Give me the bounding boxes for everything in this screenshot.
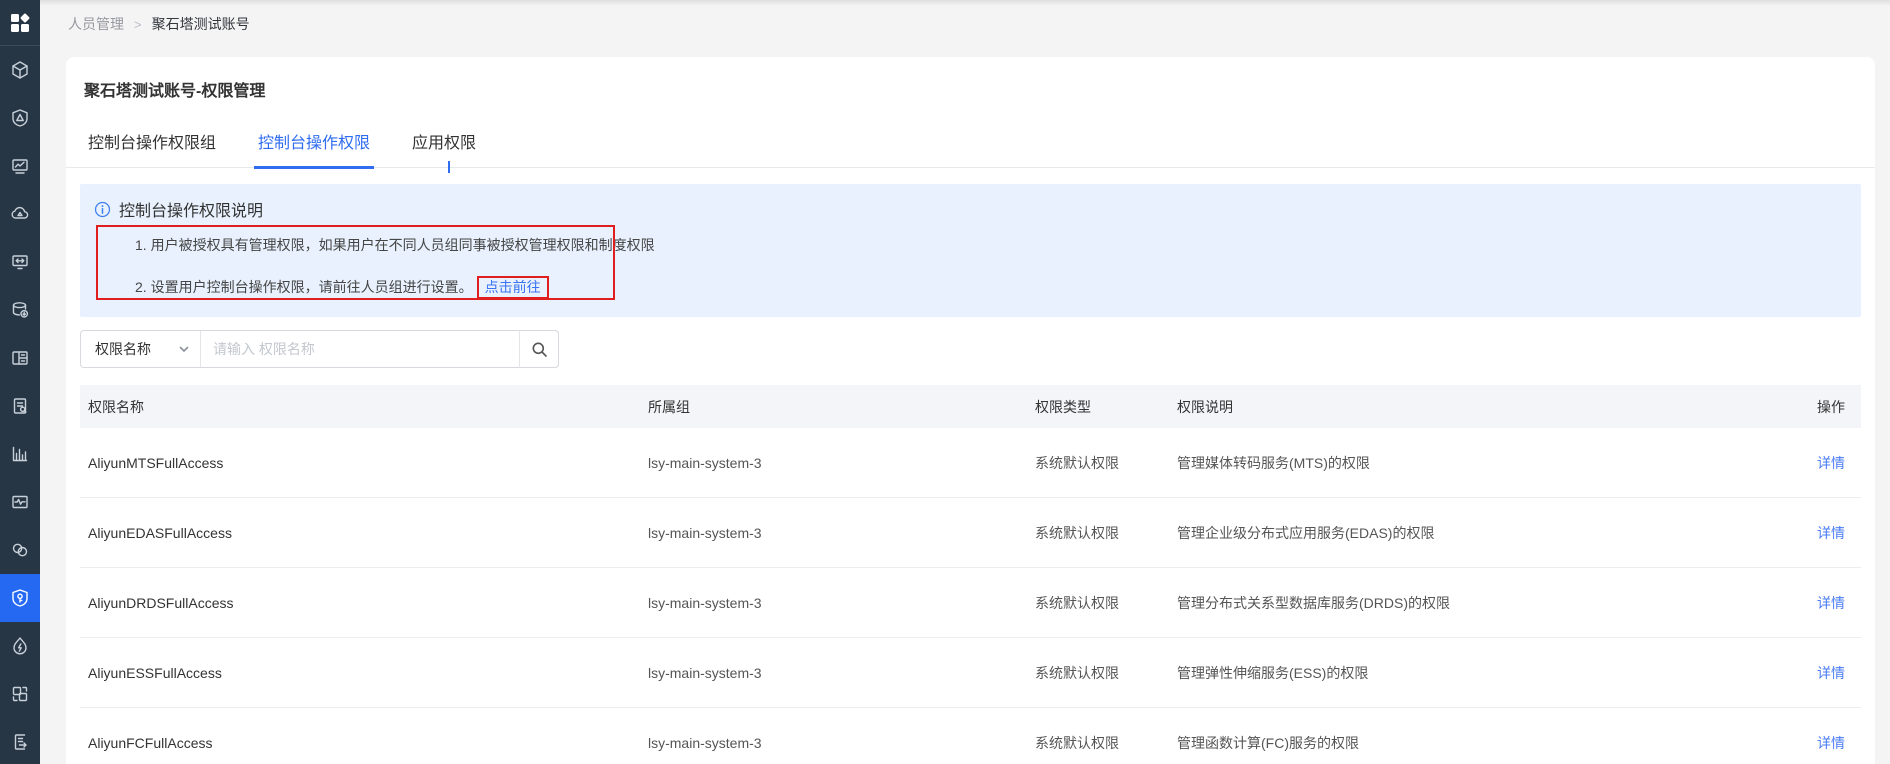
cloud-network-icon bbox=[11, 206, 29, 219]
permission-name: AliyunESSFullAccess bbox=[88, 664, 222, 681]
sidebar-item-bar-chart[interactable] bbox=[0, 430, 40, 478]
permission-table: 权限名称 所属组 权限类型 权限说明 操作 AliyunMTSFullAcces… bbox=[80, 385, 1861, 764]
permission-type: 系统默认权限 bbox=[1035, 734, 1119, 751]
dashboard-layout-icon bbox=[12, 351, 28, 365]
tab-console-permission-group[interactable]: 控制台操作权限组 bbox=[84, 129, 220, 167]
detail-link[interactable]: 详情 bbox=[1817, 455, 1845, 471]
filter-field-select[interactable]: 权限名称 bbox=[81, 331, 201, 367]
detail-link[interactable]: 详情 bbox=[1817, 525, 1845, 541]
sidebar-item-document-export[interactable] bbox=[0, 718, 40, 764]
sidebar-item-monitor-pulse[interactable] bbox=[0, 478, 40, 526]
permission-desc: 管理弹性伸缩服务(ESS)的权限 bbox=[1177, 664, 1369, 681]
col-type: 权限类型 bbox=[1035, 398, 1091, 415]
detail-link[interactable]: 详情 bbox=[1817, 665, 1845, 681]
permission-group: lsy-main-system-3 bbox=[648, 524, 762, 541]
tab-console-permission[interactable]: 控制台操作权限 bbox=[254, 129, 375, 169]
notice-title: 控制台操作权限说明 bbox=[119, 203, 264, 220]
sidebar-item-document-search[interactable] bbox=[0, 382, 40, 430]
notice-line-2: 2. 设置用户控制台操作权限，请前往人员组进行设置。 点击前往 bbox=[135, 276, 549, 299]
sidebar-item-dashboard-layout[interactable] bbox=[0, 334, 40, 382]
sidebar-item-shield-key-active[interactable] bbox=[0, 574, 40, 622]
info-circle-icon bbox=[94, 201, 111, 217]
permission-group: lsy-main-system-3 bbox=[648, 454, 762, 471]
sidebar-item-swap[interactable] bbox=[0, 670, 40, 718]
monitor-transfer-icon bbox=[12, 255, 28, 270]
content-card: 聚石塔测试账号-权限管理 控制台操作权限组 控制台操作权限 应用权限 控制台操作… bbox=[66, 57, 1875, 764]
sidebar-item-linked-rings[interactable] bbox=[0, 526, 40, 574]
permission-desc: 管理企业级分布式应用服务(EDAS)的权限 bbox=[1177, 524, 1435, 541]
sidebar-item-monitor-transfer[interactable] bbox=[0, 238, 40, 286]
search-row: 权限名称 bbox=[80, 330, 1875, 368]
bar-chart-icon bbox=[12, 446, 28, 462]
grid-logo-icon bbox=[11, 13, 30, 32]
tab-bar: 控制台操作权限组 控制台操作权限 应用权限 bbox=[66, 129, 1875, 173]
magnifier-icon bbox=[532, 342, 547, 357]
permission-group: lsy-main-system-3 bbox=[648, 734, 762, 751]
sidebar-item-database-download[interactable] bbox=[0, 286, 40, 334]
notice-banner: 控制台操作权限说明 1. 用户被授权具有管理权限，如果用户在不同人员组同事被授权… bbox=[80, 184, 1861, 317]
sidebar-nav bbox=[0, 46, 40, 764]
permission-name: AliyunEDASFullAccess bbox=[88, 524, 232, 541]
search-button[interactable] bbox=[519, 330, 559, 368]
detail-link[interactable]: 详情 bbox=[1817, 595, 1845, 611]
table-header: 权限名称 所属组 权限类型 权限说明 操作 bbox=[80, 385, 1861, 428]
drop-energy-icon bbox=[13, 637, 27, 655]
breadcrumb-parent-link[interactable]: 人员管理 bbox=[68, 14, 124, 34]
chart-monitor-icon bbox=[12, 159, 28, 174]
document-search-icon bbox=[13, 398, 27, 414]
sidebar-item-chart-monitor[interactable] bbox=[0, 142, 40, 190]
cube-icon bbox=[12, 61, 28, 79]
sidebar-item-cloud-network[interactable] bbox=[0, 190, 40, 238]
detail-link[interactable]: 详情 bbox=[1817, 735, 1845, 751]
breadcrumb: 人员管理 > 聚石塔测试账号 bbox=[40, 0, 1890, 48]
col-group: 所属组 bbox=[648, 398, 690, 415]
col-permission-name: 权限名称 bbox=[88, 398, 144, 415]
col-actions: 操作 bbox=[1817, 398, 1845, 415]
table-row: AliyunEDASFullAccess lsy-main-system-3 系… bbox=[80, 498, 1861, 568]
notice-line-2-text: 2. 设置用户控制台操作权限，请前往人员组进行设置。 bbox=[135, 279, 473, 295]
permission-group: lsy-main-system-3 bbox=[648, 664, 762, 681]
page-title: 聚石塔测试账号-权限管理 bbox=[84, 83, 266, 100]
sidebar-item-shield-triangle[interactable] bbox=[0, 94, 40, 142]
monitor-pulse-icon bbox=[12, 495, 28, 509]
search-input[interactable] bbox=[201, 331, 519, 367]
search-group: 权限名称 bbox=[80, 330, 559, 368]
permission-group: lsy-main-system-3 bbox=[648, 594, 762, 611]
notice-line-1: 1. 用户被授权具有管理权限，如果用户在不同人员组同事被授权管理权限和制度权限 bbox=[135, 237, 655, 253]
permission-desc: 管理媒体转码服务(MTS)的权限 bbox=[1177, 454, 1370, 471]
table-row: AliyunESSFullAccess lsy-main-system-3 系统… bbox=[80, 638, 1861, 708]
database-download-icon bbox=[12, 302, 29, 318]
permission-type: 系统默认权限 bbox=[1035, 594, 1119, 611]
app-logo[interactable] bbox=[0, 0, 40, 46]
document-export-icon bbox=[14, 734, 27, 750]
sidebar bbox=[0, 0, 40, 764]
tab-app-permission[interactable]: 应用权限 bbox=[408, 129, 480, 167]
breadcrumb-separator: > bbox=[134, 16, 142, 32]
permission-type: 系统默认权限 bbox=[1035, 664, 1119, 681]
filter-field-label: 权限名称 bbox=[95, 341, 151, 357]
chevron-down-icon bbox=[179, 346, 189, 353]
shield-key-icon bbox=[12, 589, 28, 607]
top-shadow bbox=[0, 0, 1890, 6]
linked-rings-icon bbox=[12, 543, 28, 557]
permission-desc: 管理分布式关系型数据库服务(DRDS)的权限 bbox=[1177, 594, 1450, 611]
permission-name: AliyunMTSFullAccess bbox=[88, 454, 224, 471]
sidebar-item-drop-energy[interactable] bbox=[0, 622, 40, 670]
col-description: 权限说明 bbox=[1177, 398, 1233, 415]
table-row: AliyunFCFullAccess lsy-main-system-3 系统默… bbox=[80, 708, 1861, 764]
breadcrumb-current: 聚石塔测试账号 bbox=[151, 16, 250, 32]
permission-type: 系统默认权限 bbox=[1035, 454, 1119, 471]
go-to-link[interactable]: 点击前往 bbox=[476, 276, 549, 299]
table-row: AliyunDRDSFullAccess lsy-main-system-3 系… bbox=[80, 568, 1861, 638]
table-row: AliyunMTSFullAccess lsy-main-system-3 系统… bbox=[80, 428, 1861, 498]
sidebar-item-cube[interactable] bbox=[0, 46, 40, 94]
shield-triangle-icon bbox=[12, 109, 28, 127]
permission-type: 系统默认权限 bbox=[1035, 524, 1119, 541]
permission-name: AliyunFCFullAccess bbox=[88, 734, 213, 751]
permission-desc: 管理函数计算(FC)服务的权限 bbox=[1177, 734, 1359, 751]
permission-name: AliyunDRDSFullAccess bbox=[88, 594, 234, 611]
tab-indicator-fragment bbox=[448, 161, 450, 173]
swap-icon bbox=[12, 686, 28, 702]
